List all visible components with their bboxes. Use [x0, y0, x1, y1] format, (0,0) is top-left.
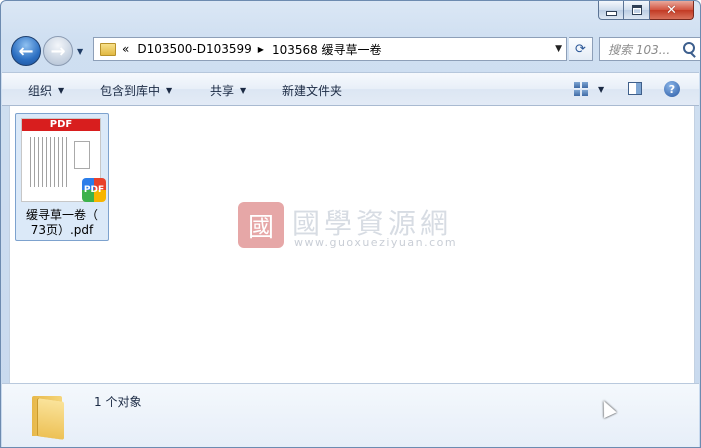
watermark: 國 國學資源網 www.guoxueziyuan.com: [238, 202, 478, 258]
details-pane: 1 个对象: [2, 383, 699, 447]
scanned-seal-box: [74, 141, 90, 169]
chevron-down-icon: ▼: [166, 86, 173, 95]
file-name-line-2: 73页）.pdf: [30, 223, 94, 237]
new-folder-button[interactable]: 新建文件夹: [282, 82, 342, 99]
search-icon[interactable]: [683, 42, 695, 54]
caption-buttons: ✕: [598, 1, 694, 20]
address-bar[interactable]: « D103500-D103599 ▶ 103568 缓寻草一卷 ▼: [93, 37, 567, 61]
folder-icon: [30, 392, 66, 440]
explorer-window: ✕ ← → ▼ « D103500-D103599 ▶ 103568 缓寻草一卷…: [0, 0, 701, 448]
address-overflow-chevrons[interactable]: «: [122, 42, 129, 56]
chevron-down-icon: ▼: [240, 86, 247, 95]
pdf-banner: PDF: [22, 119, 100, 131]
breadcrumb-separator-icon[interactable]: ▶: [258, 45, 264, 54]
back-arrow-icon: ←: [18, 40, 34, 62]
refresh-icon: ⟳: [575, 41, 586, 57]
search-placeholder: 搜索 103...: [608, 42, 671, 57]
maximize-icon: [631, 5, 642, 15]
file-name: 缓寻草一卷（ 73页）.pdf: [16, 208, 108, 238]
chevron-down-icon: ▼: [58, 86, 65, 95]
preview-pane-icon[interactable]: [628, 82, 642, 95]
breadcrumb-segment-range[interactable]: D103500-D103599: [137, 42, 251, 56]
command-bar: 组织 ▼ 包含到库中 ▼ 共享 ▼ 新建文件夹 ▼ ?: [2, 72, 699, 106]
include-in-library-label: 包含到库中: [100, 84, 161, 98]
refresh-button[interactable]: ⟳: [569, 37, 593, 61]
organize-label: 组织: [28, 84, 53, 98]
maximize-button[interactable]: [624, 1, 650, 20]
share-label: 共享: [210, 84, 235, 98]
forward-button[interactable]: →: [43, 36, 73, 66]
close-button[interactable]: ✕: [650, 1, 694, 20]
search-input[interactable]: 搜索 103...: [599, 37, 700, 61]
watermark-url: www.guoxueziyuan.com: [294, 236, 458, 249]
close-icon: ✕: [666, 2, 677, 18]
file-item[interactable]: PDF PDF 缓寻草一卷（ 73页）.pdf: [15, 113, 109, 241]
share-button[interactable]: 共享 ▼: [210, 82, 246, 99]
file-name-line-1: 缓寻草一卷（: [25, 208, 98, 222]
watermark-seal-logo: 國: [238, 202, 284, 248]
change-view-icon[interactable]: [574, 82, 588, 96]
new-folder-label: 新建文件夹: [282, 84, 343, 98]
file-list-area[interactable]: PDF PDF 缓寻草一卷（ 73页）.pdf 國 國學資源網 www.guox…: [9, 106, 695, 383]
forward-arrow-icon: →: [50, 40, 66, 62]
history-dropdown-icon[interactable]: ▼: [77, 47, 83, 56]
view-options-dropdown-icon[interactable]: ▼: [598, 85, 604, 94]
navigation-bar: ← → ▼ « D103500-D103599 ▶ 103568 缓寻草一卷 ▼…: [9, 33, 700, 67]
pdf-app-icon: PDF: [82, 178, 106, 202]
folder-icon: [100, 42, 116, 56]
minimize-button[interactable]: [598, 1, 624, 20]
organize-button[interactable]: 组织 ▼: [28, 82, 64, 99]
scanned-text-lines: [30, 137, 70, 187]
address-dropdown-icon[interactable]: ▼: [555, 44, 562, 54]
mouse-cursor-icon: [597, 397, 617, 419]
help-icon[interactable]: ?: [664, 81, 680, 97]
breadcrumb-segment-current[interactable]: 103568 缓寻草一卷: [272, 41, 382, 58]
item-count: 1 个对象: [94, 395, 142, 409]
include-in-library-button[interactable]: 包含到库中 ▼: [100, 82, 172, 99]
minimize-icon: [605, 10, 617, 16]
back-button[interactable]: ←: [11, 36, 41, 66]
